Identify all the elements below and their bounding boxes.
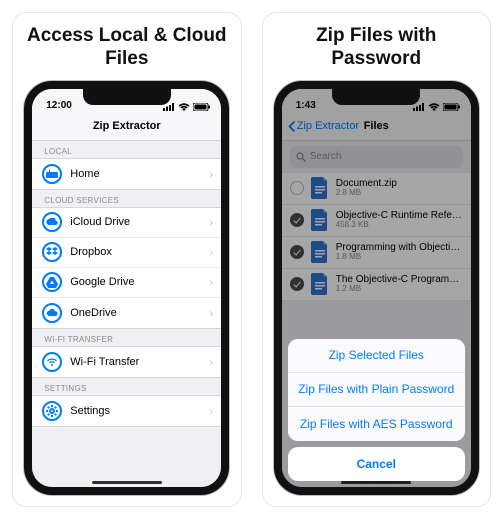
card-title: Zip Files with Password [271,25,483,71]
nav-back-label: Zip Extractor [297,120,359,132]
marketing-card-right: Zip Files with Password 1:43 Zip Extract… [262,12,492,507]
chevron-right-icon: › [209,404,213,418]
marketing-card-left: Access Local & Cloud Files 12:00 Zip Ext… [12,12,242,507]
home-indicator[interactable] [92,481,162,484]
selection-circle[interactable] [290,245,304,259]
chevron-right-icon: › [209,245,213,259]
action-sheet: Zip Selected Files Zip Files with Plain … [288,339,465,481]
row-onedrive[interactable]: OneDrive › [32,298,221,328]
row-gdrive[interactable]: Google Drive › [32,268,221,298]
chevron-right-icon: › [209,306,213,320]
home-indicator[interactable] [341,481,411,484]
file-size: 1.8 MB [336,253,463,262]
dropbox-icon [42,242,62,262]
screen: 1:43 Zip Extractor Files Search [282,89,471,487]
file-row[interactable]: Programming with Objecti…1.8 MB [282,237,471,269]
section-header-wifi: WI-FI TRANSFER [32,329,221,346]
row-home[interactable]: Home › [32,159,221,189]
doc-icon [310,241,330,263]
section-header-cloud: CLOUD SERVICES [32,190,221,207]
battery-icon [193,103,211,111]
row-label: Wi-Fi Transfer [70,356,209,368]
file-size: 1.2 MB [336,285,463,294]
status-time: 12:00 [46,100,72,111]
row-label: Google Drive [70,276,209,288]
chevron-right-icon: › [209,215,213,229]
chevron-right-icon: › [209,355,213,369]
nav-bar: Zip Extractor [32,113,221,141]
cloud-icon [42,212,62,232]
file-size: 2.8 MB [336,189,463,198]
row-label: Dropbox [70,246,209,258]
doc-icon [310,273,330,295]
section-header-local: LOCAL [32,141,221,158]
wifi-icon [42,352,62,372]
screen: 12:00 Zip Extractor LOCAL Home [32,89,221,487]
doc-icon [310,209,330,231]
nav-bar: Zip Extractor Files [282,113,471,141]
notch [83,89,171,105]
card-title: Access Local & Cloud Files [21,25,233,71]
chevron-left-icon [288,121,295,132]
search-placeholder: Search [310,151,342,162]
section-header-settings: SETTINGS [32,378,221,395]
sheet-zip-aes-button[interactable]: Zip Files with AES Password [288,407,465,441]
home-icon [42,164,62,184]
cellular-icon [163,103,175,111]
sheet-zip-plain-button[interactable]: Zip Files with Plain Password [288,373,465,407]
settings-list[interactable]: LOCAL Home › CLOUD SERVICES [32,141,221,487]
chevron-right-icon: › [209,275,213,289]
row-label: iCloud Drive [70,216,209,228]
chevron-right-icon: › [209,167,213,181]
file-size: 458.3 KB [336,221,463,230]
sheet-zip-selected-button[interactable]: Zip Selected Files [288,339,465,373]
selection-circle[interactable] [290,181,304,195]
nav-back-button[interactable]: Zip Extractor [288,120,359,132]
row-label: OneDrive [70,307,209,319]
row-label: Settings [70,405,209,417]
wifi-icon [178,103,190,111]
selection-circle[interactable] [290,213,304,227]
action-sheet-group: Zip Selected Files Zip Files with Plain … [288,339,465,441]
status-indicators [163,103,211,111]
file-row[interactable]: Document.zip2.8 MB [282,173,471,205]
phone-frame: 1:43 Zip Extractor Files Search [274,81,479,495]
onedrive-icon [42,303,62,323]
status-time: 1:43 [296,100,316,111]
file-row[interactable]: The Objective-C Program…1.2 MB [282,269,471,301]
row-icloud[interactable]: iCloud Drive › [32,208,221,238]
battery-icon [443,103,461,111]
gdrive-icon [42,272,62,292]
row-label: Home [70,168,209,180]
cellular-icon [413,103,425,111]
selection-circle[interactable] [290,277,304,291]
status-indicators [413,103,461,111]
search-input[interactable]: Search [290,146,463,168]
row-dropbox[interactable]: Dropbox › [32,238,221,268]
sheet-cancel-button[interactable]: Cancel [288,447,465,481]
row-settings[interactable]: Settings › [32,396,221,426]
doc-icon [310,177,330,199]
phone-frame: 12:00 Zip Extractor LOCAL Home [24,81,229,495]
wifi-icon [428,103,440,111]
search-icon [296,152,306,162]
nav-title: Zip Extractor [32,120,221,132]
notch [332,89,420,105]
file-row[interactable]: Objective-C Runtime Refe…458.3 KB [282,205,471,237]
gear-icon [42,401,62,421]
row-wifi-transfer[interactable]: Wi-Fi Transfer › [32,347,221,377]
